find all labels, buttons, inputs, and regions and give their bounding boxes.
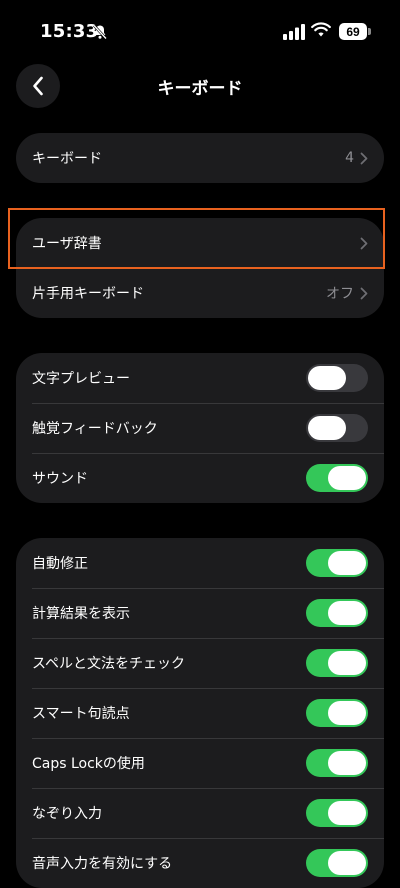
toggle-row-label: 自動修正 bbox=[32, 556, 88, 572]
toggle-switch[interactable] bbox=[306, 599, 368, 627]
toggle-knob bbox=[328, 466, 366, 490]
toggle-row: 計算結果を表示 bbox=[16, 588, 384, 638]
battery-level: 69 bbox=[346, 24, 360, 39]
toggle-row: スマート句読点 bbox=[16, 688, 384, 738]
toggle-knob bbox=[328, 701, 366, 725]
toggle-row: 触覚フィードバック bbox=[16, 403, 384, 453]
toggle-switch[interactable] bbox=[306, 849, 368, 877]
toggle-knob bbox=[328, 851, 366, 875]
toggle-row: なぞり入力 bbox=[16, 788, 384, 838]
toggle-knob bbox=[328, 551, 366, 575]
toggle-knob bbox=[308, 416, 346, 440]
feedback-group: 文字プレビュー触覚フィードバック サウンド bbox=[16, 353, 384, 503]
one-handed-keyboard-label: 片手用キーボード bbox=[32, 286, 144, 302]
navigation-bar: キーボード bbox=[0, 60, 400, 110]
toggle-row: スペルと文法をチェック bbox=[16, 638, 384, 688]
toggle-row-label: 計算結果を表示 bbox=[32, 606, 130, 622]
battery-tip bbox=[368, 28, 371, 35]
keyboards-label: キーボード bbox=[32, 151, 102, 167]
battery-indicator: 69 bbox=[339, 23, 367, 40]
toggle-knob bbox=[328, 751, 366, 775]
keyboards-row[interactable]: キーボード 4 bbox=[16, 133, 384, 183]
toggle-switch[interactable] bbox=[306, 749, 368, 777]
highlight-box bbox=[8, 208, 385, 269]
status-bar: 15:33 69 bbox=[0, 0, 400, 56]
toggle-switch[interactable] bbox=[306, 414, 368, 442]
toggle-row-label: スペルと文法をチェック bbox=[32, 656, 186, 672]
toggle-switch[interactable] bbox=[306, 699, 368, 727]
cellular-signal-icon bbox=[283, 24, 305, 40]
bell-slash-icon bbox=[93, 24, 107, 40]
toggle-row-label: Caps Lockの使用 bbox=[32, 756, 145, 772]
toggle-switch[interactable] bbox=[306, 464, 368, 492]
toggle-row: Caps Lockの使用 bbox=[16, 738, 384, 788]
toggle-knob bbox=[328, 651, 366, 675]
toggle-row-label: サウンド bbox=[32, 471, 88, 487]
toggle-row-label: 文字プレビュー bbox=[32, 371, 130, 387]
toggle-row: 文字プレビュー bbox=[16, 353, 384, 403]
toggle-switch[interactable] bbox=[306, 549, 368, 577]
chevron-right-icon bbox=[360, 287, 368, 299]
toggle-switch[interactable] bbox=[306, 799, 368, 827]
wifi-icon bbox=[311, 22, 331, 37]
page-title: キーボード bbox=[157, 79, 243, 99]
toggle-row-label: 音声入力を有効にする bbox=[32, 856, 173, 872]
toggle-row-label: なぞり入力 bbox=[32, 806, 102, 822]
one-handed-keyboard-value: オフ bbox=[326, 286, 354, 302]
toggle-switch[interactable] bbox=[306, 364, 368, 392]
toggle-row: サウンド bbox=[16, 453, 384, 503]
toggle-switch[interactable] bbox=[306, 649, 368, 677]
toggle-row: 自動修正 bbox=[16, 538, 384, 588]
status-time: 15:33 bbox=[40, 21, 99, 42]
toggle-knob bbox=[328, 801, 366, 825]
toggle-row: 音声入力を有効にする bbox=[16, 838, 384, 888]
typing-group: 自動修正計算結果を表示スペルと文法をチェック スマート句読点 Caps Lockの使… bbox=[16, 538, 384, 888]
chevron-right-icon bbox=[360, 152, 368, 164]
keyboards-count: 4 bbox=[345, 150, 354, 166]
toggle-knob bbox=[328, 601, 366, 625]
keyboards-group: キーボード 4 bbox=[16, 133, 384, 183]
one-handed-keyboard-row[interactable]: 片手用キーボード オフ bbox=[16, 268, 384, 318]
toggle-knob bbox=[308, 366, 346, 390]
toggle-row-label: スマート句読点 bbox=[32, 706, 130, 722]
toggle-row-label: 触覚フィードバック bbox=[32, 421, 158, 437]
